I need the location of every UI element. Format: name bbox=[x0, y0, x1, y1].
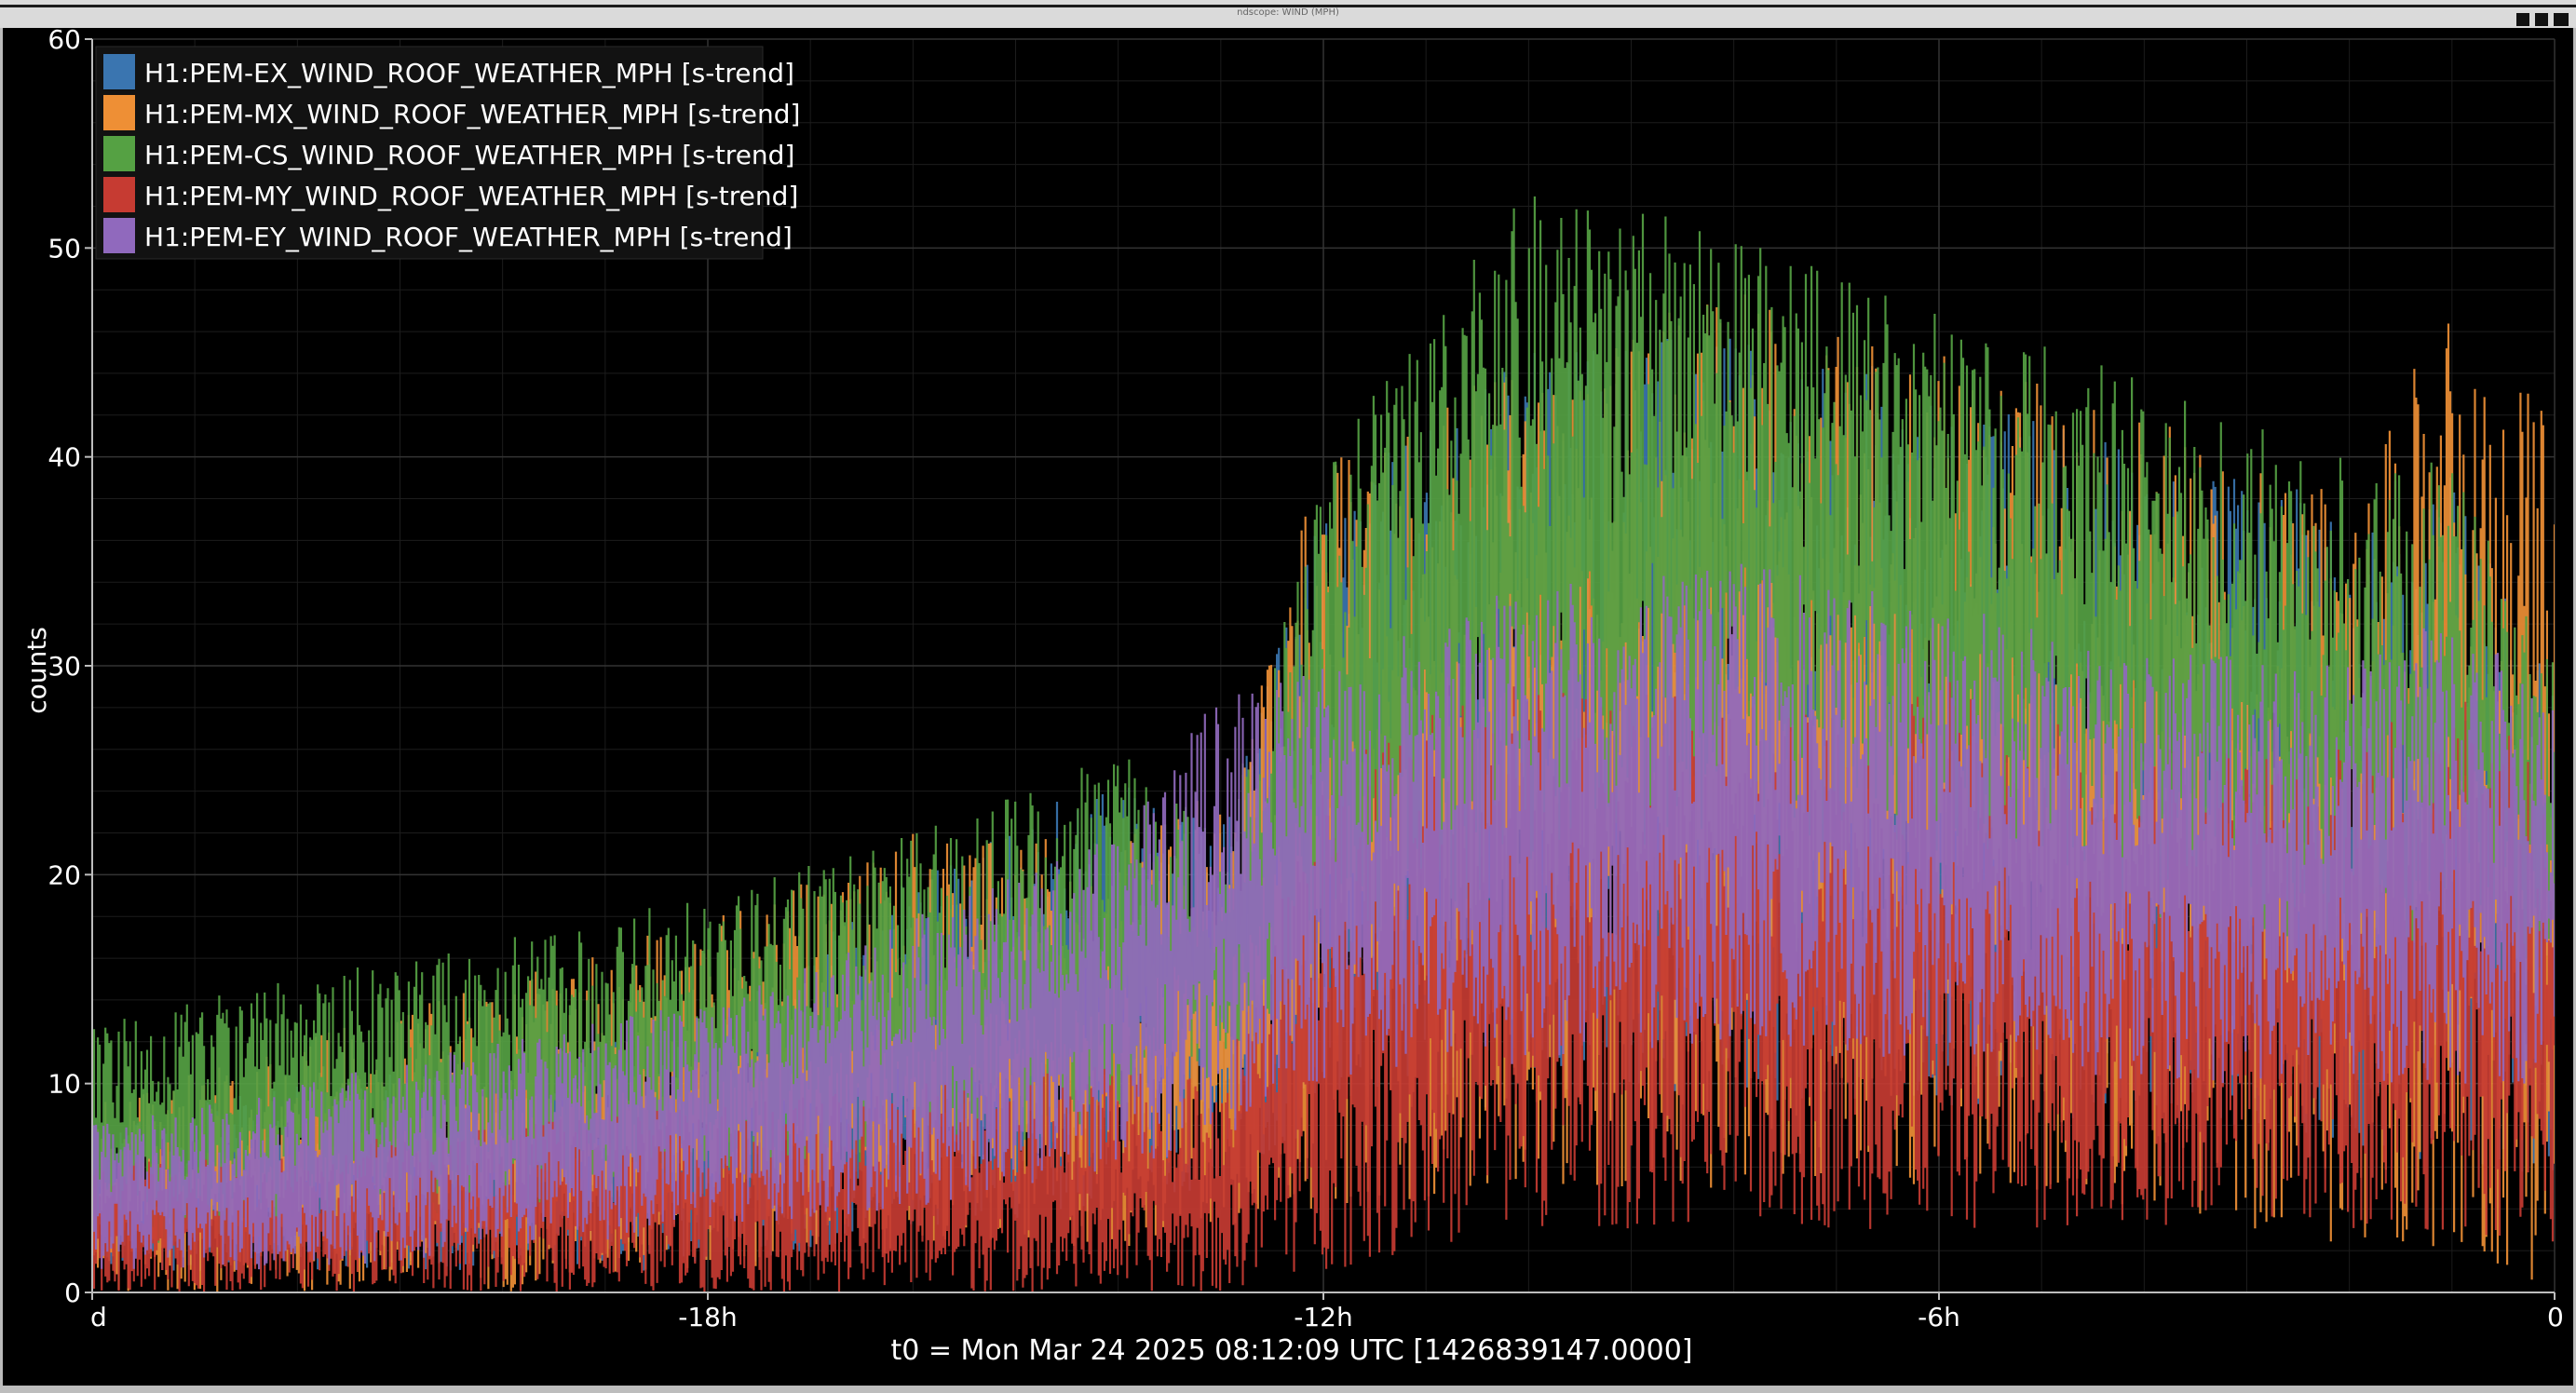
y-tick-label: 40 bbox=[47, 442, 81, 473]
window-title: ndscope: WIND (MPH) bbox=[1237, 7, 1339, 18]
chart-svg[interactable]: 0 10 20 30 40 50 60 d -18h -12h -6h 0 counts t0 = M… bbox=[3, 24, 2573, 1389]
y-axis-label: counts bbox=[21, 627, 52, 714]
y-tick-label: 30 bbox=[47, 651, 81, 682]
x-tick-label: -18h bbox=[678, 1302, 737, 1332]
legend-swatch bbox=[103, 95, 135, 130]
close-button[interactable] bbox=[2554, 13, 2569, 26]
legend-label: H1:PEM-MX_WIND_ROOF_WEATHER_MPH [s-trend… bbox=[144, 99, 800, 129]
x-axis-label: t0 = Mon Mar 24 2025 08:12:09 UTC [14268… bbox=[890, 1334, 1692, 1367]
x-tick-label: 0 bbox=[2547, 1302, 2564, 1332]
legend-label: H1:PEM-EY_WIND_ROOF_WEATHER_MPH [s-trend… bbox=[144, 222, 793, 252]
y-tick-label: 20 bbox=[47, 859, 81, 890]
legend-swatch bbox=[103, 136, 135, 171]
y-tick-label: 60 bbox=[47, 28, 81, 55]
window-titlebar: ndscope: WIND (MPH) bbox=[0, 0, 2576, 30]
y-tick-label: 0 bbox=[64, 1278, 81, 1308]
y-tick-label: 50 bbox=[47, 233, 81, 264]
legend-swatch bbox=[103, 218, 135, 253]
legend: H1:PEM-EX_WIND_ROOF_WEATHER_MPH [s-trend… bbox=[95, 46, 800, 260]
maximize-button[interactable] bbox=[2535, 13, 2548, 26]
x-tick-label: -6h bbox=[1918, 1302, 1960, 1332]
x-tick-label: d bbox=[90, 1302, 107, 1332]
minimize-button[interactable] bbox=[2516, 13, 2529, 26]
legend-label: H1:PEM-MY_WIND_ROOF_WEATHER_MPH [s-trend… bbox=[144, 181, 798, 211]
status-bar bbox=[0, 1386, 2576, 1393]
plot-frame: 0 10 20 30 40 50 60 d -18h -12h -6h 0 counts t0 = M… bbox=[0, 24, 2576, 1389]
legend-label: H1:PEM-CS_WIND_ROOF_WEATHER_MPH [s-trend… bbox=[144, 140, 794, 170]
x-tick-label: -12h bbox=[1294, 1302, 1352, 1332]
legend-label: H1:PEM-EX_WIND_ROOF_WEATHER_MPH [s-trend… bbox=[144, 58, 794, 88]
y-tick-label: 10 bbox=[47, 1069, 81, 1100]
legend-swatch bbox=[103, 54, 135, 89]
legend-swatch bbox=[103, 177, 135, 212]
